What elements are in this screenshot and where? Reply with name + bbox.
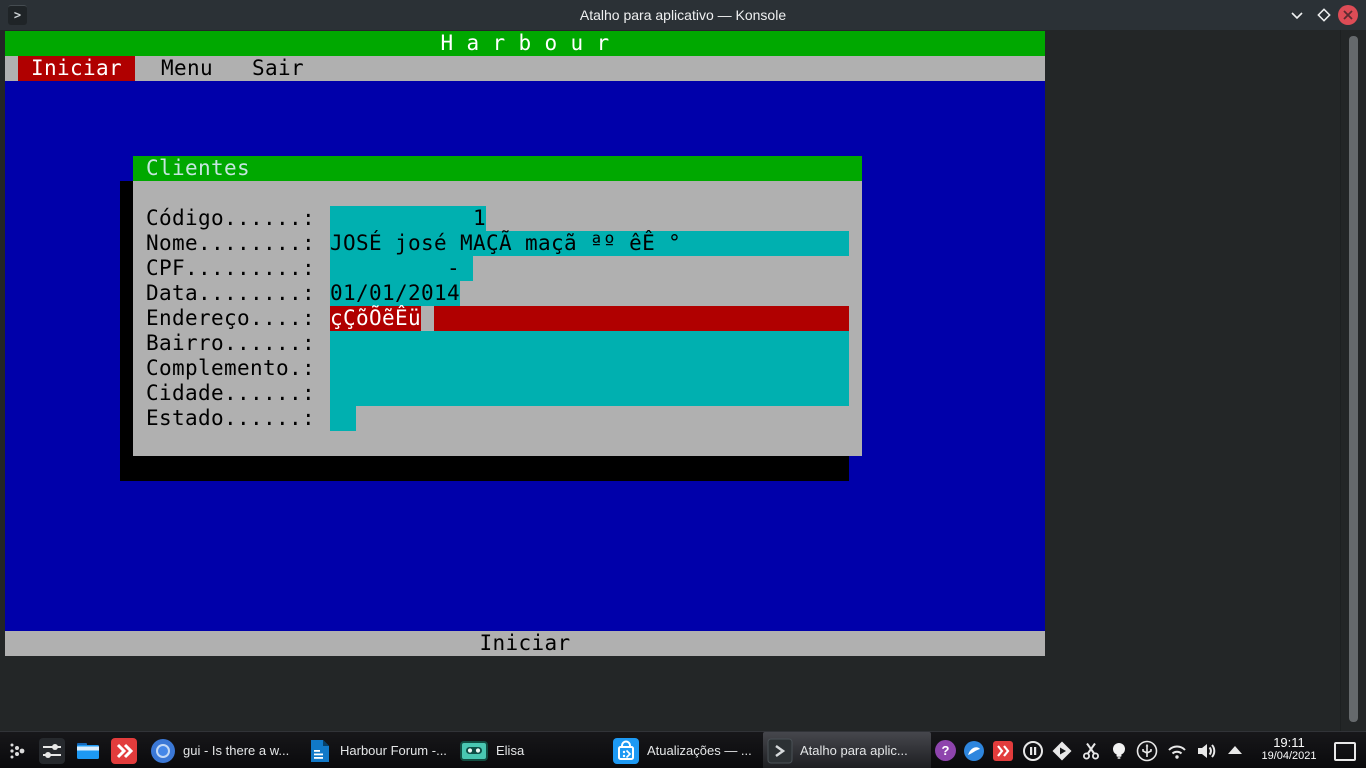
bairro-input[interactable] [330, 331, 849, 356]
task-label: Elisa [496, 743, 524, 758]
endereco-input[interactable]: çÇõÕẽÊü [330, 306, 849, 331]
terminal-viewport: H a r b o u r Iniciar Menu Sair Clientes… [0, 30, 1366, 731]
task-label: Atualizações — ... [647, 743, 752, 758]
taskbar: gui - Is there a w... Harbour Forum -...… [0, 731, 1366, 768]
screen: > Atalho para aplicativo — Konsole H a r… [0, 0, 1366, 768]
field-label-cpf: CPF.........: [146, 256, 315, 281]
app-launcher-button[interactable] [8, 732, 30, 768]
dialog-titlebar: Clientes [133, 156, 862, 181]
minimize-button[interactable] [1286, 4, 1308, 26]
field-label-nome: Nome........: [146, 231, 315, 256]
scrollbar-track [1340, 30, 1341, 731]
cassette-icon [459, 738, 489, 764]
writer-document-icon [307, 738, 333, 764]
maximize-button[interactable] [1313, 4, 1335, 26]
kde-launcher-icon [8, 740, 30, 762]
field-label-cidade: Cidade......: [146, 381, 315, 406]
task-label: gui - Is there a w... [183, 743, 289, 758]
window-titlebar[interactable]: > Atalho para aplicativo — Konsole [0, 0, 1366, 31]
system-settings-launcher[interactable] [38, 732, 66, 768]
file-manager-launcher[interactable] [74, 732, 102, 768]
wifi-tray-icon[interactable] [1165, 740, 1189, 767]
task-label: Atalho para aplic... [800, 743, 908, 758]
red-app-launcher[interactable] [110, 732, 138, 768]
window-title: Atalho para aplicativo — Konsole [0, 0, 1366, 30]
chevron-up-icon [1228, 746, 1242, 754]
task-discover-updates[interactable]: Atualizações — ... [608, 732, 756, 768]
clock-date: 19/04/2021 [1248, 750, 1330, 763]
estado-input[interactable] [330, 406, 356, 431]
field-label-codigo: Código......: [146, 206, 315, 231]
menu-bar: Iniciar Menu Sair [5, 56, 1045, 81]
field-label-complemento: Complemento.: [146, 356, 315, 381]
task-harbour-forum[interactable]: Harbour Forum -... [303, 732, 451, 768]
close-button[interactable] [1338, 5, 1358, 25]
task-atalho-konsole[interactable]: Atalho para aplic... [763, 732, 931, 768]
field-label-estado: Estado......: [146, 406, 315, 431]
data-input[interactable]: 01/01/2014 [330, 281, 460, 306]
discover-bag-icon [612, 737, 640, 765]
menu-item-menu[interactable]: Menu [161, 56, 213, 81]
status-bar: Iniciar [5, 631, 1045, 656]
task-elisa[interactable]: Elisa [455, 732, 528, 768]
menu-item-iniciar[interactable]: Iniciar [18, 56, 135, 81]
usb-device-tray-icon[interactable] [1136, 740, 1158, 767]
folder-icon [74, 737, 102, 765]
app-title-banner: H a r b o u r [5, 31, 1045, 56]
menu-item-sair[interactable]: Sair [252, 56, 304, 81]
nome-input[interactable]: JOSÉ josé MAÇÃ maçã ªº êÊ ° [330, 231, 849, 256]
clock-time: 19:11 [1248, 735, 1330, 750]
cpf-input[interactable]: - [330, 256, 473, 281]
red-chevrons-icon [110, 737, 138, 765]
messenger-tray-icon[interactable] [963, 740, 985, 767]
media-pause-tray-icon[interactable] [1022, 740, 1044, 767]
idea-bulb-tray-icon[interactable] [1108, 740, 1130, 767]
konsole-icon [767, 738, 793, 764]
show-desktop-button[interactable] [1334, 742, 1356, 761]
clock-widget[interactable]: 19:11 19/04/2021 [1248, 732, 1330, 768]
field-label-bairro: Bairro......: [146, 331, 315, 356]
cidade-input[interactable] [330, 381, 849, 406]
red-app-tray-icon[interactable] [992, 740, 1014, 767]
task-label: Harbour Forum -... [340, 743, 447, 758]
clipboard-scissors-tray-icon[interactable] [1080, 740, 1102, 767]
text-cursor [421, 306, 434, 331]
task-chromium[interactable]: gui - Is there a w... [146, 732, 293, 768]
codigo-input[interactable]: 1 [330, 206, 486, 231]
scrollbar-thumb[interactable] [1349, 36, 1358, 722]
volume-tray-icon[interactable] [1195, 740, 1219, 767]
chromium-icon [150, 738, 176, 764]
sliders-icon [38, 737, 66, 765]
kdeconnect-tray-icon[interactable] [1051, 740, 1073, 767]
expand-tray-button[interactable] [1228, 746, 1242, 754]
complemento-input[interactable] [330, 356, 849, 381]
help-tray-icon[interactable]: ? [935, 740, 956, 761]
field-label-endereco: Endereço....: [146, 306, 315, 331]
field-label-data: Data........: [146, 281, 315, 306]
